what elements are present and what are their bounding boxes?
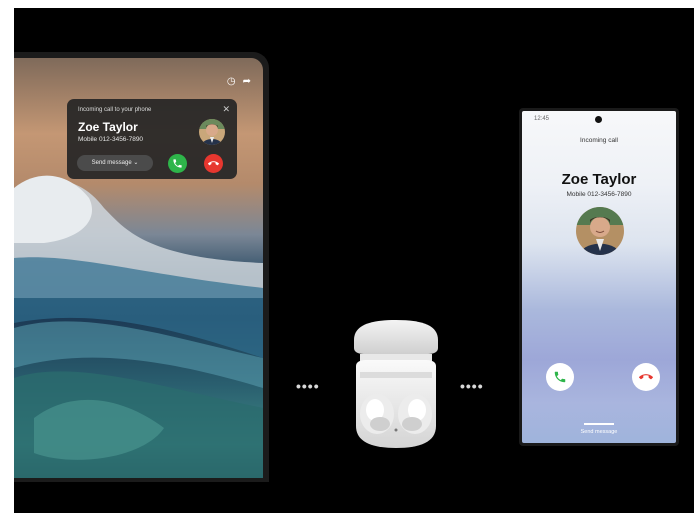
tablet-screen: ◷ ➦ Incoming call to your phone ✕ Zoe Ta… [14,58,263,478]
avatar [199,119,225,145]
connector-dots-left: •••• [296,378,320,394]
phone-screen: 12:45 Incoming call Zoe Taylor Mobile 01… [522,111,676,443]
accept-call-button[interactable] [546,363,574,391]
phone-accept-icon [173,159,182,168]
clock-icon: ◷ [226,76,236,87]
chevron-down-icon: ⌄ [133,160,139,166]
send-message-handle[interactable] [584,423,614,425]
phone-decline-icon [208,161,219,166]
earbuds-case-image [354,320,438,448]
tablet-device: ◷ ➦ Incoming call to your phone ✕ Zoe Ta… [14,52,269,482]
caller-name: Zoe Taylor [78,120,138,134]
incoming-call-label: Incoming call [580,137,618,144]
accept-call-button[interactable] [168,154,187,173]
caller-number: Mobile 012-3456-7890 [78,136,144,143]
phone-accept-icon [554,371,566,383]
caller-name: Zoe Taylor [561,171,637,188]
send-message-button[interactable]: Send message [522,429,676,435]
send-message-button[interactable]: Send message ⌄ [77,155,153,171]
decline-call-button[interactable] [632,363,660,391]
send-message-label: Send message [91,160,132,166]
share-icon: ➦ [242,76,251,87]
close-icon[interactable]: ✕ [222,104,230,115]
phone-device: 12:45 Incoming call Zoe Taylor Mobile 01… [519,108,679,446]
camera-cutout [595,116,602,123]
status-time: 12:45 [534,116,550,122]
caller-number: Mobile 012-3456-7890 [566,191,632,198]
connector-dots-right: •••• [460,378,484,394]
avatar [576,207,624,255]
decline-call-button[interactable] [204,154,223,173]
incoming-call-notification[interactable]: Incoming call to your phone ✕ Zoe Taylor… [67,99,237,179]
notification-header: Incoming call to your phone [78,107,152,113]
phone-decline-icon [639,374,653,380]
tablet-status-icons: ◷ ➦ [227,76,251,87]
product-banner: ◷ ➦ Incoming call to your phone ✕ Zoe Ta… [14,8,694,513]
